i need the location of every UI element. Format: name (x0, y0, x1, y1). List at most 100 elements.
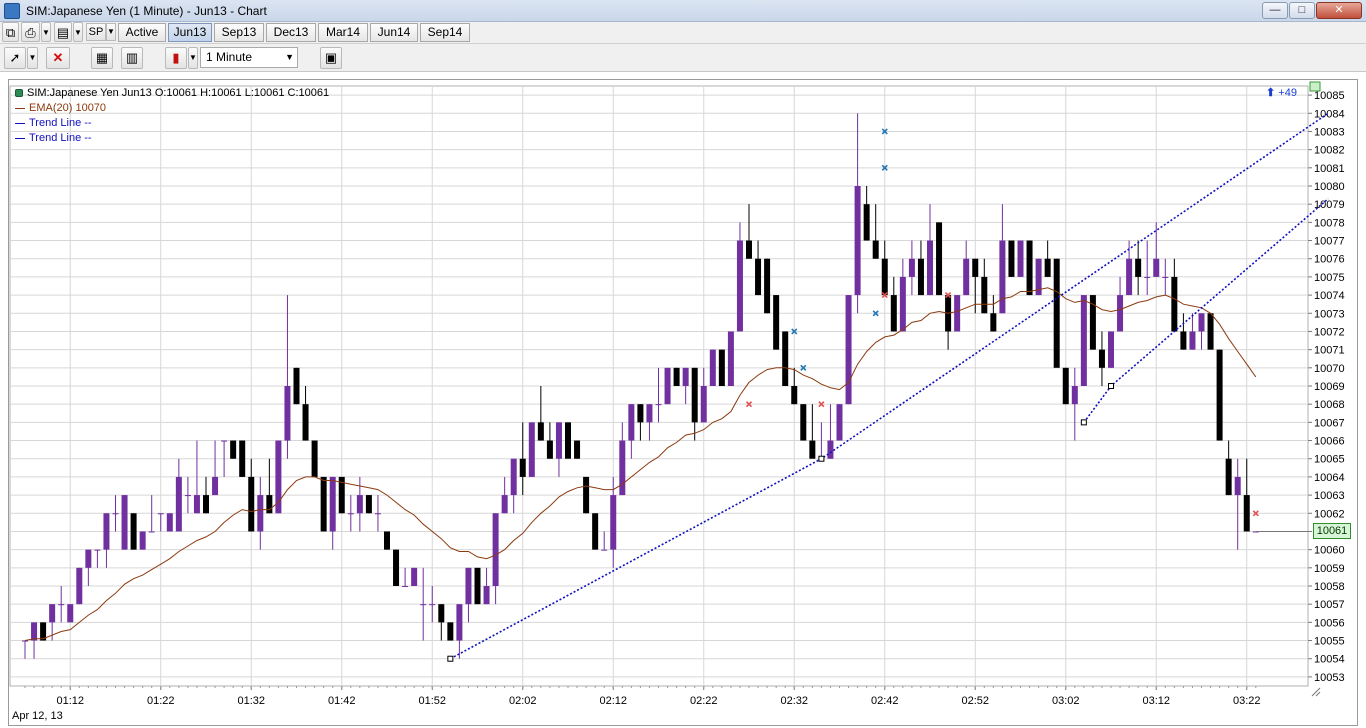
candle-body (492, 513, 499, 586)
ema-line (24, 287, 1257, 641)
y-tick-label: 10075 (1314, 272, 1345, 284)
x-tick-label: 03:02 (1052, 695, 1080, 707)
y-tick-label: 10065 (1314, 454, 1345, 466)
legend-trend-line-2[interactable]: Trend Line -- (15, 131, 329, 146)
candle-body (284, 386, 291, 441)
y-tick-label: 10073 (1314, 308, 1345, 320)
scroll-to-latest[interactable]: ⬆ +49 (1266, 86, 1297, 99)
y-tick-label: 10054 (1314, 654, 1345, 666)
price-scale-marker (1309, 81, 1321, 92)
candle-body (592, 513, 599, 550)
candle-body (393, 549, 400, 586)
candle-body (827, 440, 834, 459)
candle-body (899, 276, 906, 332)
candle-body (1098, 349, 1105, 368)
candle-body (800, 404, 807, 441)
ema-swatch (15, 107, 25, 109)
candle-body (546, 440, 553, 459)
y-tick-label: 10060 (1314, 545, 1345, 557)
candle-body (447, 622, 454, 641)
candle-body (157, 513, 164, 515)
y-tick-label: 10063 (1314, 490, 1345, 502)
trend-line-anchor (1108, 383, 1114, 389)
candle-body (519, 458, 526, 477)
candle-body (1198, 313, 1205, 332)
legend-trend-line-2-label: Trend Line -- (29, 132, 92, 144)
candle-body (1126, 258, 1133, 296)
x-tick-label: 01:42 (328, 695, 356, 707)
candle-body (528, 422, 535, 477)
trend-line-swatch (15, 122, 25, 124)
candle-body (320, 476, 327, 532)
candle-body (619, 440, 626, 496)
candle-body (1017, 240, 1024, 277)
x-tick-label: 02:32 (780, 695, 808, 707)
legend-quote: SIM:Japanese Yen Jun13 O:10061 H:10061 L… (27, 87, 330, 99)
y-tick-label: 10069 (1314, 381, 1345, 393)
candle-body (1171, 276, 1178, 332)
legend-ema-row[interactable]: EMA(20) 10070 (15, 101, 329, 116)
legend-ema: EMA(20) 10070 (29, 102, 107, 114)
x-tick-label: 02:42 (871, 695, 899, 707)
candle-body (1234, 476, 1241, 496)
candle-body (193, 495, 200, 514)
candle-body (791, 386, 798, 405)
x-tick-label: 02:22 (690, 695, 718, 707)
candle-body (266, 495, 273, 514)
candle-body (954, 295, 961, 332)
candle-body (836, 404, 843, 441)
candle-body (881, 258, 888, 296)
candle-body (166, 513, 173, 532)
y-tick-label: 10084 (1314, 108, 1345, 120)
y-tick-label: 10072 (1314, 326, 1345, 338)
legend-trend-line-1[interactable]: Trend Line -- (15, 116, 329, 131)
candle-body (872, 240, 879, 259)
candle-body (863, 204, 870, 241)
candle-body (963, 258, 970, 296)
candle-body (203, 495, 209, 514)
y-tick-label: 10064 (1314, 472, 1345, 484)
candle-body (510, 458, 517, 496)
y-tick-label: 10057 (1314, 599, 1345, 611)
y-tick-label: 10056 (1314, 617, 1345, 629)
y-tick-label: 10055 (1314, 636, 1345, 648)
candle-body (112, 513, 119, 515)
candle-body (764, 258, 771, 314)
bars-right-count: +49 (1278, 87, 1297, 99)
candle-body (85, 549, 92, 568)
candle-body (709, 349, 716, 386)
candle-body (257, 495, 264, 532)
candle-body (212, 476, 219, 496)
candle-body (1180, 331, 1187, 350)
candle-body (718, 349, 725, 386)
candle-body (221, 440, 228, 442)
candle-body (999, 240, 1006, 314)
candle-body (628, 404, 635, 441)
candle-body (465, 567, 472, 605)
candle-body (76, 567, 83, 605)
y-tick-label: 10081 (1314, 163, 1345, 175)
candle-body (58, 604, 65, 606)
candle-body (94, 549, 101, 551)
candle-body (1216, 349, 1223, 441)
y-tick-label: 10070 (1314, 363, 1345, 375)
y-tick-label: 10077 (1314, 236, 1345, 248)
candle-body (1008, 240, 1015, 277)
y-tick-label: 10067 (1314, 417, 1345, 429)
candle-body (1108, 331, 1114, 368)
candle-body (537, 422, 544, 441)
candle-body (583, 476, 590, 514)
candle-body (890, 295, 897, 332)
y-tick-label: 10053 (1314, 672, 1345, 684)
candle-body (555, 422, 562, 459)
candle-body (773, 295, 780, 350)
candle-body (248, 476, 255, 532)
candle-body (148, 531, 155, 533)
arrow-up-icon: ⬆ (1266, 87, 1276, 99)
candle-body (365, 495, 372, 514)
candle-body (347, 513, 354, 515)
candle-body (356, 495, 363, 514)
candle-body (908, 258, 915, 277)
y-tick-label: 10085 (1314, 90, 1345, 102)
candle-body (1189, 331, 1196, 350)
